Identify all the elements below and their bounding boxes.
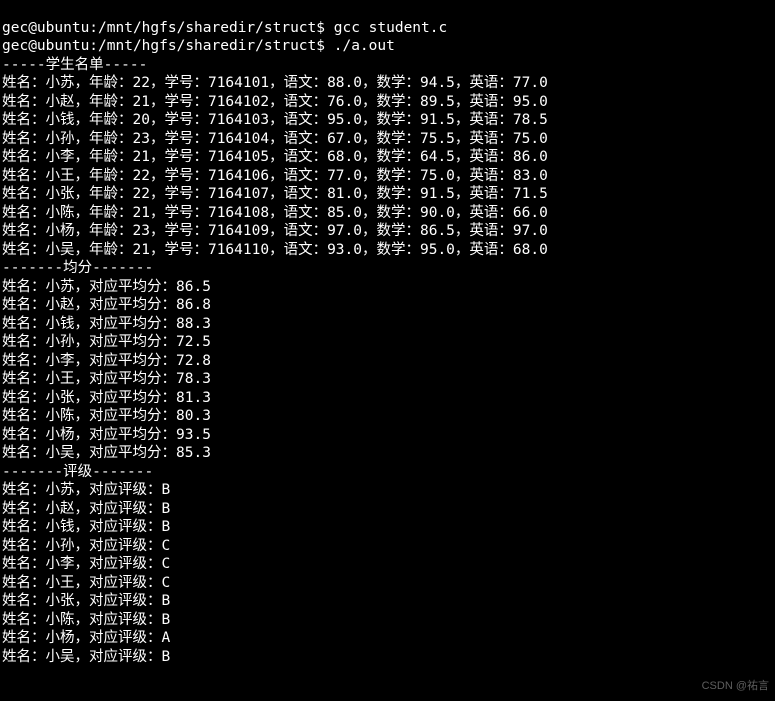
command-2: ./a.out	[334, 38, 395, 54]
section-header-grade: -------评级-------	[2, 464, 153, 480]
avg-list: 姓名：小苏，对应平均分：86.5 姓名：小赵，对应平均分：86.8 姓名：小钱，…	[2, 279, 211, 462]
section-header-students: -----学生名单-----	[2, 57, 147, 73]
command-1: gcc student.c	[334, 20, 448, 36]
prompt-line-2: gec@ubuntu:/mnt/hgfs/sharedir/struct$ ./…	[2, 38, 395, 54]
student-list: 姓名：小苏，年龄：22，学号：7164101，语文：88.0，数学：94.5，英…	[2, 75, 548, 258]
shell-prompt: gec@ubuntu:/mnt/hgfs/sharedir/struct$	[2, 38, 334, 54]
terminal-window[interactable]: gec@ubuntu:/mnt/hgfs/sharedir/struct$ gc…	[0, 0, 775, 701]
grade-list: 姓名：小苏，对应评级：B 姓名：小赵，对应评级：B 姓名：小钱，对应评级：B 姓…	[2, 482, 170, 665]
section-header-avg: -------均分-------	[2, 260, 153, 276]
prompt-line-1: gec@ubuntu:/mnt/hgfs/sharedir/struct$ gc…	[2, 20, 447, 36]
watermark: CSDN @祐言	[702, 677, 769, 696]
shell-prompt: gec@ubuntu:/mnt/hgfs/sharedir/struct$	[2, 20, 334, 36]
